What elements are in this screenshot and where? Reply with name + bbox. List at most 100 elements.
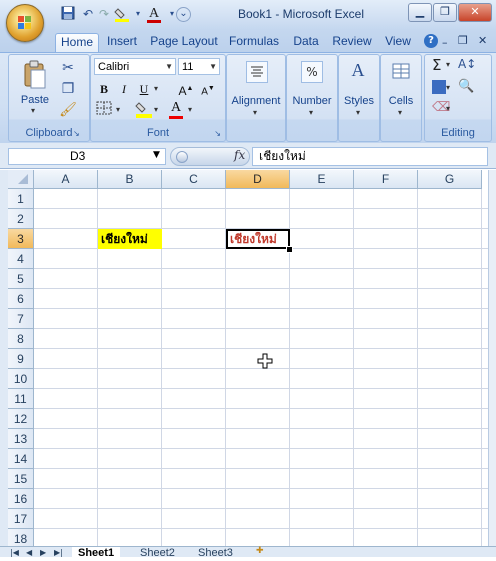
font-name-select[interactable]: Calibri ▼ xyxy=(94,58,176,75)
name-box[interactable] xyxy=(8,148,166,165)
chevron-down-icon[interactable]: ▾ xyxy=(154,84,158,93)
autosum-icon[interactable]: Σ xyxy=(432,56,441,74)
insert-sheet-icon[interactable]: ✚ xyxy=(256,546,264,556)
copy-icon[interactable]: ❐ xyxy=(58,79,78,99)
row-header-4[interactable]: 4 xyxy=(8,249,34,269)
number-label: Number xyxy=(292,95,332,107)
row-header-13[interactable]: 13 xyxy=(8,429,34,449)
tab-home[interactable]: Home xyxy=(55,33,99,53)
close-icon: ✕ xyxy=(470,5,480,18)
chevron-down-icon[interactable]: ▼ xyxy=(153,150,160,160)
sort-filter-icon[interactable]: A↕ xyxy=(458,57,476,71)
chevron-down-icon[interactable]: ▾ xyxy=(446,60,450,69)
format-painter-icon[interactable]: 🖌 xyxy=(58,100,78,120)
row-header-1[interactable]: 1 xyxy=(8,189,34,209)
row-header-9[interactable]: 9 xyxy=(8,349,34,369)
cell-b3[interactable]: เชียงใหม่ xyxy=(98,229,162,249)
editing-group-label: Editing xyxy=(441,127,475,139)
tab-review[interactable]: Review xyxy=(331,33,373,52)
column-header-b[interactable]: B xyxy=(98,170,162,189)
cut-icon[interactable]: ✂ xyxy=(58,58,78,78)
chevron-down-icon: ▾ xyxy=(253,108,258,117)
chevron-down-icon: ▼ xyxy=(165,62,173,71)
underline-button[interactable]: U xyxy=(134,80,154,98)
row-header-14[interactable]: 14 xyxy=(8,449,34,469)
row-header-5[interactable]: 5 xyxy=(8,269,34,289)
bold-button[interactable]: B xyxy=(94,80,114,98)
column-header-g[interactable]: G xyxy=(418,170,482,189)
chevron-down-icon[interactable]: ▾ xyxy=(446,104,450,113)
cell-d3-active[interactable]: เชียงใหม่ xyxy=(226,229,290,249)
customize-quick-access-icon[interactable]: ⌄ xyxy=(176,7,191,22)
borders-icon[interactable] xyxy=(94,101,114,119)
font-color-icon[interactable]: A xyxy=(166,99,186,119)
column-header-c[interactable]: C xyxy=(162,170,226,189)
chevron-down-icon[interactable]: ▾ xyxy=(446,83,450,92)
alignment-group[interactable]: Alignment ▾ xyxy=(226,54,286,142)
chevron-down-icon[interactable]: ▾ xyxy=(116,105,120,114)
sheet-tab-sheet2[interactable]: Sheet2 xyxy=(134,547,181,561)
redo-icon[interactable]: ↷ xyxy=(96,6,112,22)
row-header-2[interactable]: 2 xyxy=(8,209,34,229)
fill-handle[interactable] xyxy=(286,246,293,253)
row-header-7[interactable]: 7 xyxy=(8,309,34,329)
column-header-e[interactable]: E xyxy=(290,170,354,189)
tab-page-layout[interactable]: Page Layout xyxy=(150,33,218,52)
column-header-a[interactable]: A xyxy=(34,170,98,189)
restore-window-icon[interactable]: ❐ xyxy=(458,34,468,47)
dialog-launcher-icon[interactable]: ↘ xyxy=(73,129,80,138)
cells-group[interactable]: Cells ▾ xyxy=(380,54,422,142)
row-header-6[interactable]: 6 xyxy=(8,289,34,309)
row-header-3[interactable]: 3 xyxy=(8,229,34,249)
undo-icon[interactable]: ↶ xyxy=(80,6,96,22)
chevron-down-icon[interactable]: ▾ xyxy=(154,105,158,114)
chevron-down-icon: ▾ xyxy=(356,108,361,117)
chevron-down-icon[interactable]: ▾ xyxy=(188,105,192,114)
font-color-icon[interactable]: A xyxy=(146,6,162,23)
chevron-down-icon: ▾ xyxy=(309,108,314,117)
column-header-f[interactable]: F xyxy=(354,170,418,189)
help-icon[interactable]: ? xyxy=(424,34,438,48)
save-icon[interactable] xyxy=(60,6,76,22)
sheet-tab-sheet1[interactable]: Sheet1 xyxy=(72,547,121,561)
number-group[interactable]: % Number ▾ xyxy=(286,54,338,142)
tab-data[interactable]: Data xyxy=(291,33,321,52)
fill-color-icon[interactable] xyxy=(134,100,154,118)
row-header-12[interactable]: 12 xyxy=(8,409,34,429)
shrink-font-icon[interactable]: A▼ xyxy=(198,80,218,98)
row-header-16[interactable]: 16 xyxy=(8,489,34,509)
italic-button[interactable]: I xyxy=(114,80,134,98)
font-size-select[interactable]: 11 ▼ xyxy=(178,58,220,75)
row-header-15[interactable]: 15 xyxy=(8,469,34,489)
restore-button[interactable]: ❐ xyxy=(433,3,457,22)
cells-label: Cells xyxy=(388,95,414,107)
tab-formulas[interactable]: Formulas xyxy=(228,33,280,52)
styles-group[interactable]: A Styles ▾ xyxy=(338,54,380,142)
ribbon-minimize-icon[interactable]: – xyxy=(442,36,448,49)
chevron-down-icon: ▾ xyxy=(31,106,36,115)
close-workbook-icon[interactable]: ✕ xyxy=(478,34,487,47)
column-header-d[interactable]: D xyxy=(226,170,290,189)
row-header-8[interactable]: 8 xyxy=(8,329,34,349)
tab-insert[interactable]: Insert xyxy=(104,33,140,52)
vertical-scrollbar[interactable] xyxy=(488,170,496,556)
sheet-tab-sheet3[interactable]: Sheet3 xyxy=(192,547,239,561)
row-header-11[interactable]: 11 xyxy=(8,389,34,409)
paste-button[interactable]: Paste ▾ xyxy=(14,58,56,115)
minimize-button[interactable]: ▁ xyxy=(408,3,432,22)
chevron-down-icon[interactable]: ▾ xyxy=(130,6,146,22)
select-all-button[interactable] xyxy=(8,170,34,189)
fill-color-icon[interactable] xyxy=(114,6,130,22)
formula-input[interactable]: เชียงใหม่ xyxy=(252,147,488,166)
close-button[interactable]: ✕ xyxy=(458,3,492,22)
row-header-10[interactable]: 10 xyxy=(8,369,34,389)
insert-function-icon[interactable]: fx xyxy=(234,148,245,162)
expand-icon[interactable] xyxy=(176,151,188,163)
grow-font-icon[interactable]: A▲ xyxy=(176,80,196,98)
fill-icon[interactable] xyxy=(432,80,446,94)
office-button[interactable] xyxy=(6,4,44,42)
row-header-17[interactable]: 17 xyxy=(8,509,34,529)
find-select-icon[interactable]: 🔍 xyxy=(458,79,474,94)
dialog-launcher-icon[interactable]: ↘ xyxy=(214,129,221,138)
tab-view[interactable]: View xyxy=(383,33,413,52)
